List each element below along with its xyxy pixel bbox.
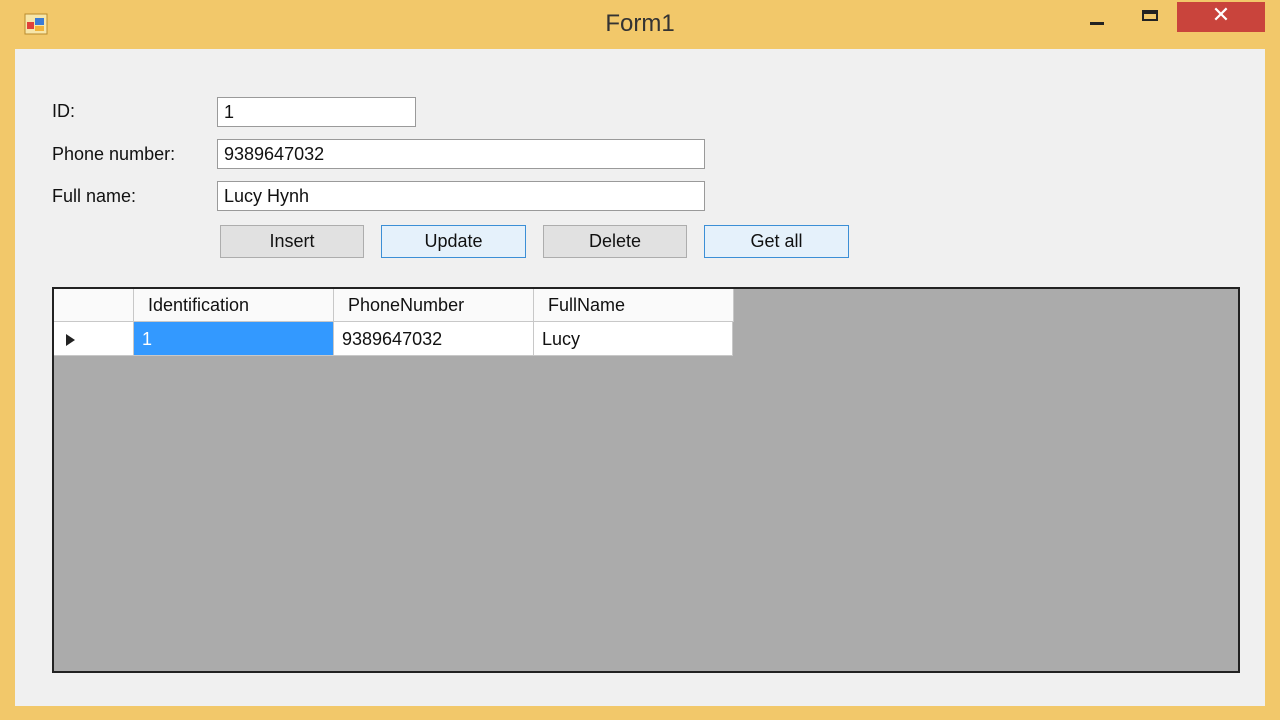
delete-button[interactable]: Delete <box>543 225 687 258</box>
minimize-button[interactable] <box>1078 2 1116 34</box>
row-header[interactable] <box>54 322 134 356</box>
maximize-button[interactable] <box>1132 2 1170 34</box>
get-all-button[interactable]: Get all <box>704 225 849 258</box>
column-header-phonenumber[interactable]: PhoneNumber <box>334 289 534 322</box>
phone-input[interactable] <box>217 139 705 169</box>
column-header-identification[interactable]: Identification <box>134 289 334 322</box>
table-cell-identification[interactable]: 1 <box>134 322 334 356</box>
column-header-fullname[interactable]: FullName <box>534 289 734 322</box>
update-button[interactable]: Update <box>381 225 526 258</box>
current-row-arrow-icon <box>66 334 75 346</box>
close-icon: ✕ <box>1211 3 1231 28</box>
full-name-input[interactable] <box>217 181 705 211</box>
table-cell-fullname[interactable]: Lucy <box>534 322 733 356</box>
minimize-icon <box>1090 22 1104 25</box>
form-client-area: ID: Phone number: Full name: Insert Upda… <box>15 49 1265 706</box>
title-bar[interactable]: Form1 ✕ <box>0 0 1280 48</box>
insert-button[interactable]: Insert <box>220 225 364 258</box>
phone-label: Phone number: <box>52 144 176 164</box>
id-input[interactable] <box>217 97 416 127</box>
data-grid[interactable]: Identification PhoneNumber FullName 1 93… <box>52 287 1240 673</box>
form-window: Form1 ✕ ID: Phone number: Full name: Ins… <box>0 0 1280 720</box>
full-name-label: Full name: <box>52 186 137 206</box>
close-button[interactable]: ✕ <box>1177 2 1265 32</box>
maximize-icon <box>1142 10 1158 21</box>
id-label: ID: <box>52 101 76 121</box>
table-cell-phonenumber[interactable]: 9389647032 <box>334 322 534 356</box>
grid-corner-header[interactable] <box>54 289 134 322</box>
